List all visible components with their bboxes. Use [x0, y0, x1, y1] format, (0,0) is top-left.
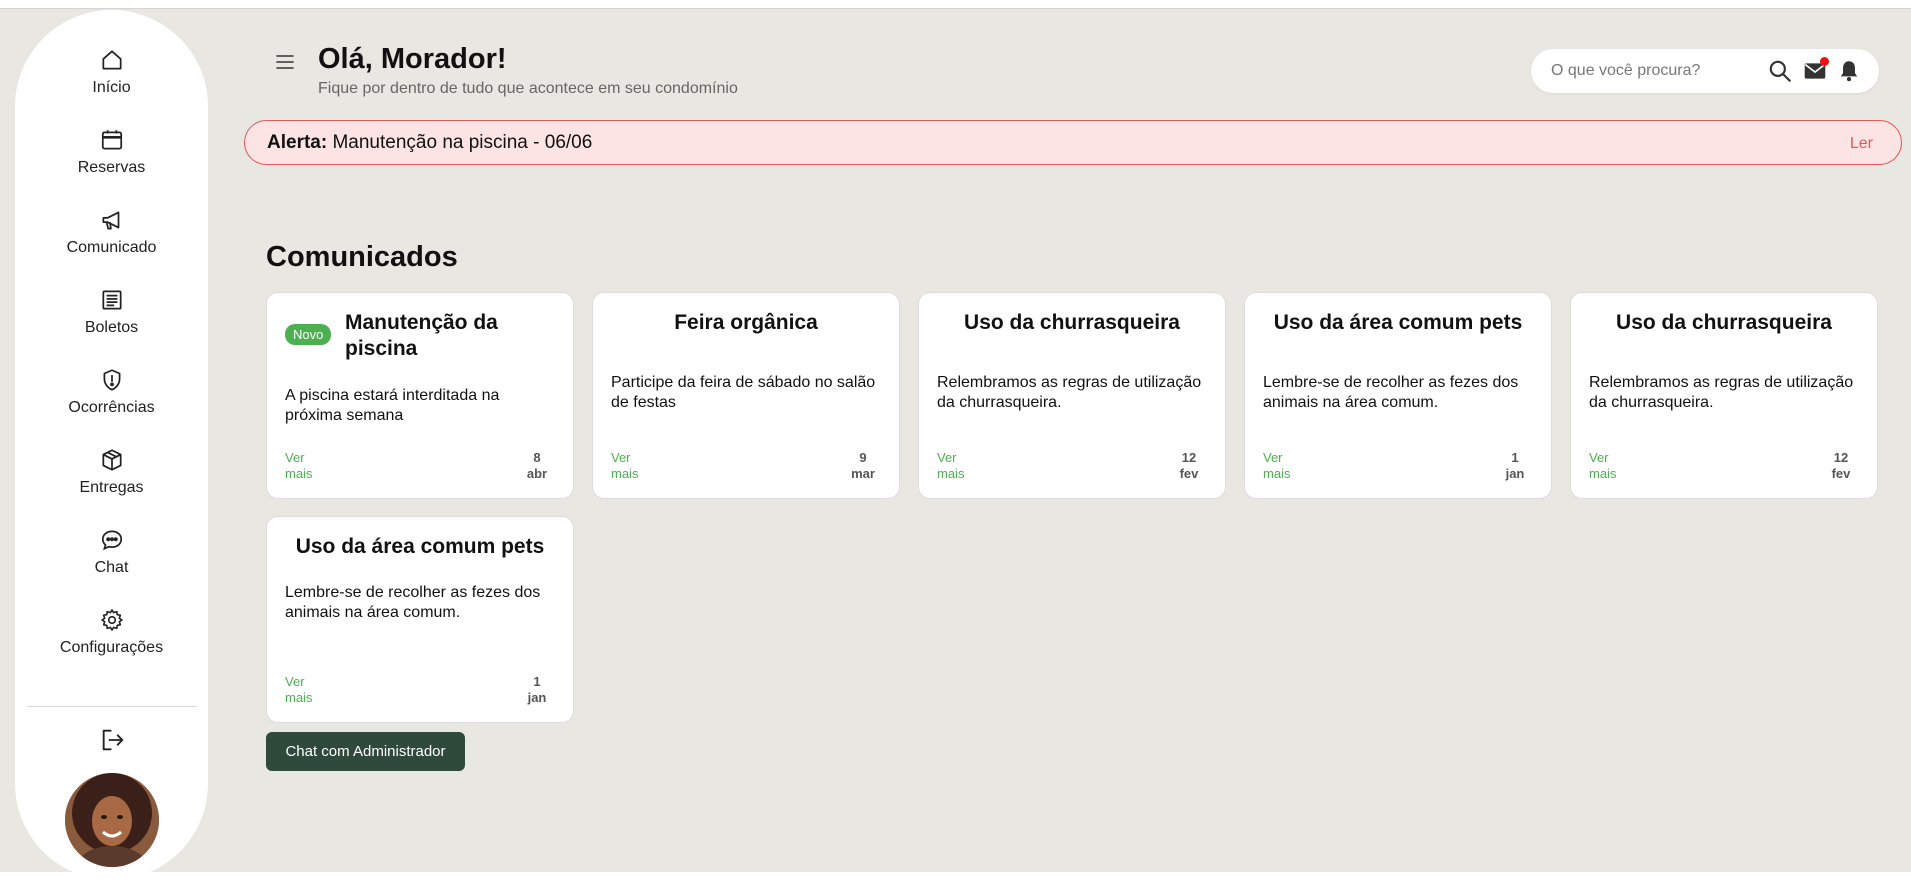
section-title: Comunicados — [266, 241, 458, 273]
card-title: Manutenção da piscina — [345, 311, 498, 360]
sidebar-item-label: Início — [92, 79, 131, 96]
card-date-month: jan — [527, 690, 547, 705]
sidebar-item-comunicado[interactable]: Comunicado — [15, 207, 208, 271]
see-more-link[interactable]: Ver mais — [285, 450, 325, 482]
card-date: 8 abr — [521, 450, 553, 482]
card-body: Relembramos as regras de utilização da c… — [937, 374, 1202, 411]
announcement-card[interactable]: Uso da área comum pets Lembre-se de reco… — [1244, 292, 1552, 499]
sidebar-item-chat[interactable]: Chat — [15, 527, 208, 591]
megaphone-icon — [101, 211, 119, 230]
card-date-day: 12 — [1181, 450, 1197, 465]
sidebar-divider — [27, 706, 197, 707]
gear-icon — [100, 609, 123, 631]
see-more-link[interactable]: Ver mais — [611, 450, 651, 482]
app-background: Início Reservas Comunicado Boletos Ocorr… — [0, 8, 1911, 880]
sidebar: Início Reservas Comunicado Boletos Ocorr… — [15, 10, 208, 880]
card-date-day: 8 — [533, 450, 541, 465]
chat-icon — [101, 530, 122, 551]
card-date: 12 fev — [1825, 450, 1857, 482]
card-date-month: abr — [526, 466, 548, 481]
sidebar-item-label: Reservas — [77, 159, 146, 176]
sidebar-item-label: Configurações — [59, 639, 164, 656]
alert-banner: Alerta: Manutenção na piscina - 06/06 Le… — [244, 120, 1902, 165]
card-date-month: mar — [851, 466, 875, 481]
page-title: Olá, Morador! — [318, 43, 507, 75]
card-date-month: jan — [1505, 466, 1525, 481]
card-body: Lembre-se de recolher as fezes dos anima… — [285, 584, 541, 621]
sidebar-item-configuracoes[interactable]: Configurações — [15, 607, 208, 671]
announcement-card[interactable]: Novo Manutenção da piscina A piscina est… — [266, 292, 574, 499]
card-body: Relembramos as regras de utilização da c… — [1589, 374, 1854, 411]
card-date-day: 9 — [859, 450, 867, 465]
alert-text: Alerta: Manutenção na piscina - 06/06 — [267, 132, 592, 154]
announcement-card[interactable]: Feira orgânica Participe da feira de sáb… — [592, 292, 900, 499]
announcement-card[interactable]: Uso da área comum pets Lembre-se de reco… — [266, 516, 574, 723]
see-more-link[interactable]: Ver mais — [285, 674, 325, 706]
calendar-icon — [101, 130, 122, 150]
search-input[interactable] — [1551, 59, 1761, 83]
page-subtitle: Fique por dentro de tudo que acontece em… — [318, 80, 738, 97]
chat-admin-button[interactable]: Chat com Administrador — [266, 732, 465, 771]
card-date-day: 1 — [1511, 450, 1519, 465]
package-icon — [101, 449, 122, 471]
hamburger-menu-icon[interactable] — [274, 51, 296, 73]
bell-icon[interactable] — [1836, 58, 1862, 84]
receipt-icon — [101, 290, 122, 310]
sidebar-item-label: Chat — [94, 559, 129, 576]
card-title: Uso da área comum pets — [1273, 311, 1523, 334]
alert-label: Alerta: — [267, 132, 328, 153]
announcement-card[interactable]: Uso da churrasqueira Relembramos as regr… — [1570, 292, 1878, 499]
new-badge: Novo — [285, 324, 332, 345]
card-date-month: fev — [1831, 466, 1851, 481]
sidebar-item-label: Entregas — [79, 479, 144, 496]
search-icon[interactable] — [1767, 58, 1793, 84]
card-date-day: 12 — [1833, 450, 1849, 465]
sidebar-item-label: Ocorrências — [68, 399, 155, 416]
card-date-month: fev — [1179, 466, 1199, 481]
alert-read-link[interactable]: Ler — [1850, 135, 1873, 153]
alert-message: Manutenção na piscina - 06/06 — [332, 132, 593, 153]
card-title: Feira orgânica — [674, 311, 818, 334]
card-body: A piscina estará interditada na próxima … — [285, 387, 500, 424]
notification-dot — [1820, 57, 1829, 66]
announcement-card[interactable]: Uso da churrasqueira Relembramos as regr… — [918, 292, 1226, 499]
card-date-day: 1 — [533, 674, 541, 689]
card-body: Participe da feira de sábado no salão de… — [611, 374, 876, 411]
card-date: 9 mar — [847, 450, 879, 482]
sidebar-item-label: Comunicado — [66, 239, 157, 256]
see-more-link[interactable]: Ver mais — [937, 450, 977, 482]
logout-icon[interactable] — [99, 726, 127, 754]
shield-alert-icon — [103, 369, 120, 391]
sidebar-item-inicio[interactable]: Início — [15, 47, 208, 111]
card-body: Lembre-se de recolher as fezes dos anima… — [1263, 374, 1519, 411]
card-title: Uso da churrasqueira — [964, 311, 1180, 334]
see-more-link[interactable]: Ver mais — [1263, 450, 1303, 482]
see-more-link[interactable]: Ver mais — [1589, 450, 1629, 482]
card-date: 1 jan — [1499, 450, 1531, 482]
sidebar-item-boletos[interactable]: Boletos — [15, 287, 208, 351]
sidebar-item-label: Boletos — [84, 319, 139, 336]
card-title: Uso da área comum pets — [295, 535, 545, 558]
card-date: 1 jan — [521, 674, 553, 706]
card-date: 12 fev — [1173, 450, 1205, 482]
sidebar-item-reservas[interactable]: Reservas — [15, 127, 208, 191]
avatar[interactable] — [65, 773, 159, 867]
sidebar-item-entregas[interactable]: Entregas — [15, 447, 208, 511]
search-bar — [1531, 49, 1879, 93]
sidebar-item-ocorrencias[interactable]: Ocorrências — [15, 367, 208, 431]
card-title: Uso da churrasqueira — [1616, 311, 1832, 334]
home-icon — [101, 50, 122, 70]
user-photo-icon — [65, 773, 159, 867]
